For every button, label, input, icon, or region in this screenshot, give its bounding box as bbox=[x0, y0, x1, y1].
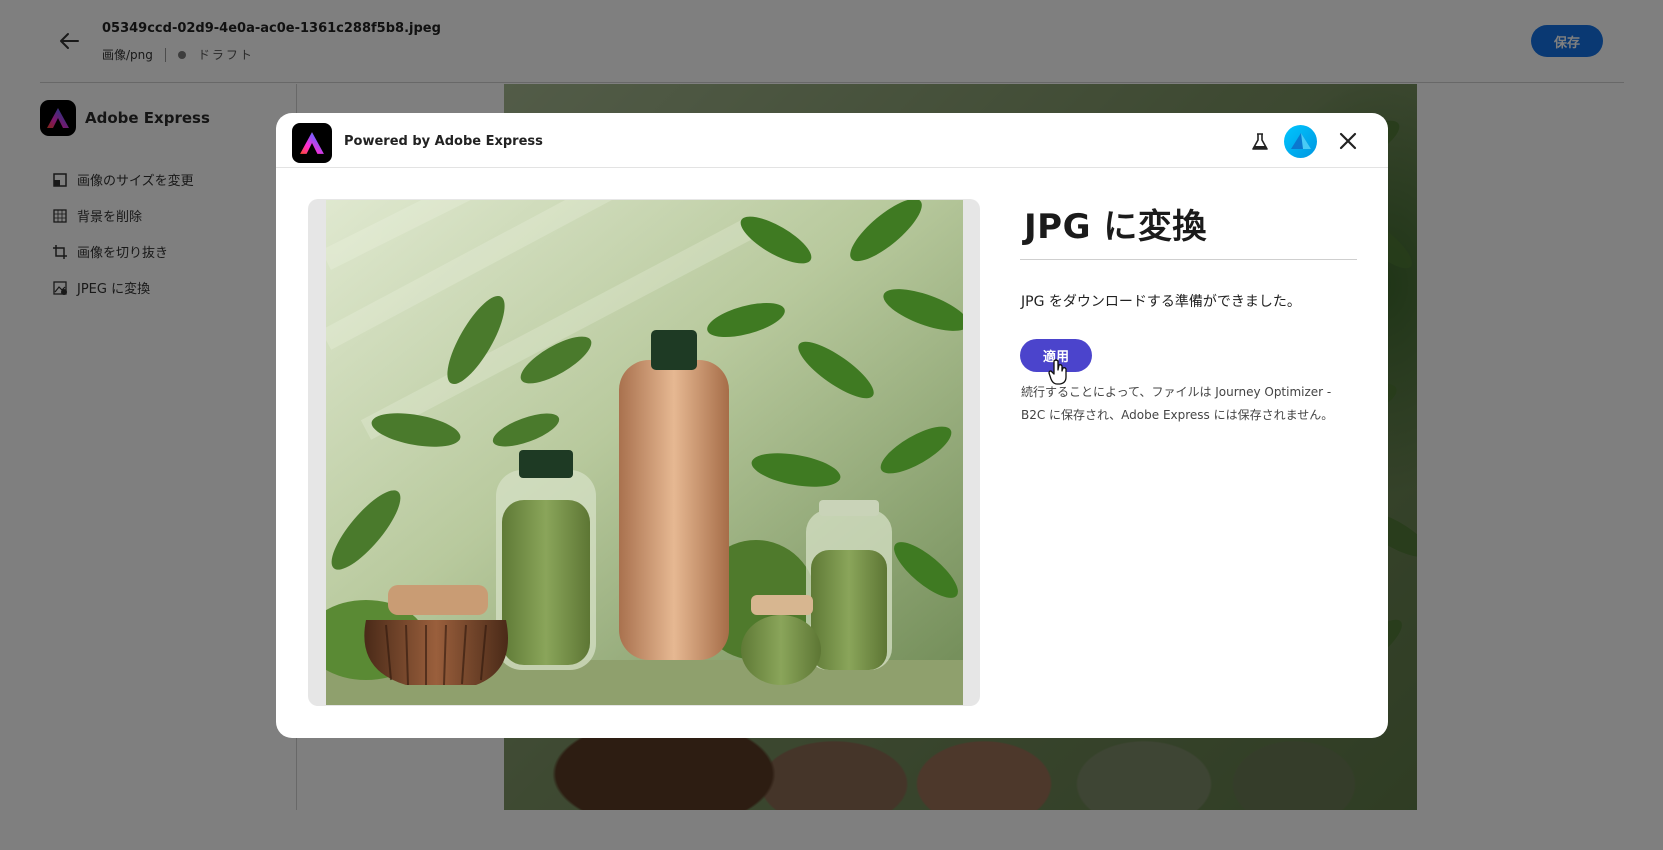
save-location-note: 続行することによって、ファイルは Journey Optimizer - B2C… bbox=[1021, 381, 1341, 427]
adobe-express-logo-icon bbox=[292, 123, 332, 163]
dialog-header: Powered by Adobe Express bbox=[276, 113, 1388, 168]
beaker-icon[interactable] bbox=[1250, 132, 1270, 152]
user-avatar[interactable] bbox=[1284, 125, 1317, 158]
ready-message: JPG をダウンロードする準備ができました。 bbox=[1021, 294, 1301, 310]
convert-dialog: Powered by Adobe Express JPG に変換 JPG をダウ… bbox=[276, 113, 1388, 738]
title-divider bbox=[1020, 259, 1357, 260]
note-line: B2C に保存され、Adobe Express には保存されません。 bbox=[1021, 408, 1334, 422]
powered-by-label: Powered by Adobe Express bbox=[344, 134, 543, 149]
image-preview bbox=[326, 200, 963, 705]
dialog-title: JPG に変換 bbox=[1024, 207, 1207, 247]
note-line: 続行することによって、ファイルは Journey Optimizer - bbox=[1021, 385, 1332, 399]
close-icon[interactable] bbox=[1336, 129, 1360, 153]
